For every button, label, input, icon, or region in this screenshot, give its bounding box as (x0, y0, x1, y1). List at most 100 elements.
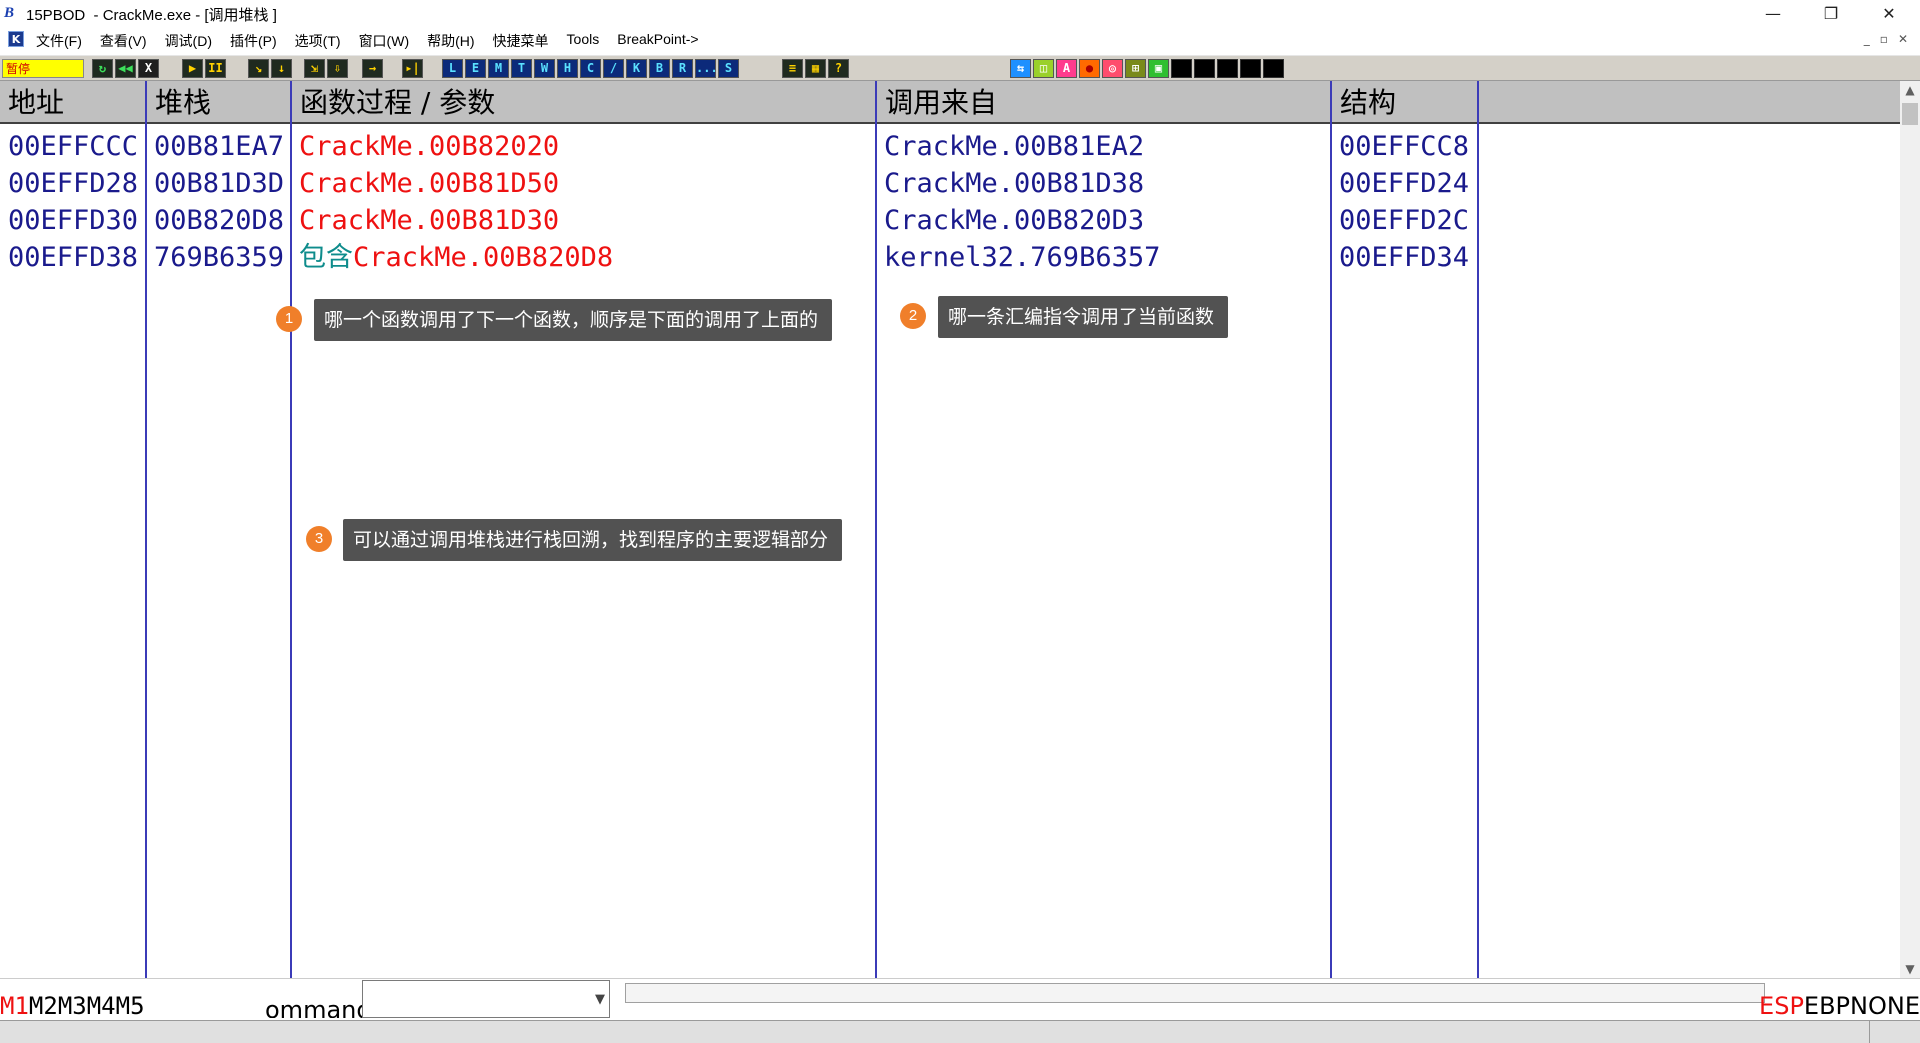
memory-tab-m4[interactable]: M4 (87, 992, 116, 1020)
memory-tab-m2[interactable]: M2 (29, 992, 58, 1020)
column-header-called-from[interactable]: 调用来自 (877, 81, 1332, 122)
execute-till-return-button[interactable]: → (362, 59, 383, 78)
memory-tab-m3[interactable]: M3 (58, 992, 87, 1020)
address-cell: 00EFFD28 (8, 168, 139, 199)
memory-window-button[interactable]: M (488, 59, 509, 78)
menu-debug[interactable]: 调试(D) (165, 31, 212, 51)
mdi-minimize-button[interactable]: _ (1864, 32, 1870, 46)
plugin-slot-icon[interactable] (1171, 59, 1192, 78)
run-button[interactable]: ▶ (182, 59, 203, 78)
plugin-slot-icon[interactable] (1194, 59, 1215, 78)
menu-tools[interactable]: Tools (567, 31, 600, 51)
called-from-cell: CrackMe.00B81D38 (884, 168, 1145, 199)
threads-window-button[interactable]: T (511, 59, 532, 78)
appearance-button[interactable]: ▦ (805, 59, 826, 78)
call-stack-window-button[interactable]: K (626, 59, 647, 78)
rewind-button[interactable]: ◀◀ (115, 59, 136, 78)
plugin-grid-icon[interactable]: ⊞ (1125, 59, 1146, 78)
memory-tab-m5[interactable]: M5 (116, 992, 145, 1020)
help-button[interactable]: ? (828, 59, 849, 78)
command-input[interactable]: ▼ (362, 980, 610, 1018)
windows-window-button[interactable]: W (534, 59, 555, 78)
plugin-panel-icon[interactable]: ◫ (1033, 59, 1054, 78)
menu-plugins[interactable]: 插件(P) (230, 31, 277, 51)
column-divider[interactable] (145, 81, 147, 978)
menu-shortcuts[interactable]: 快捷菜单 (493, 31, 549, 51)
column-divider[interactable] (875, 81, 877, 978)
register-none[interactable]: NONE (1850, 992, 1920, 1020)
mdi-close-button[interactable]: ✕ (1898, 32, 1908, 46)
step-over-button[interactable]: ↓ (271, 59, 292, 78)
step-into-button[interactable]: ↘ (248, 59, 269, 78)
goto-button[interactable]: ▸| (402, 59, 423, 78)
table-row[interactable]: 00EFFD38 769B6359 包含CrackMe.00B820D8 ker… (0, 239, 1900, 276)
call-stack-table: 00EFFCCC 00B81EA7 CrackMe.00B82020 Crack… (0, 124, 1900, 978)
annotation-marker-3: 3 (306, 526, 332, 552)
address-cell: 00EFFCCC (8, 131, 139, 162)
command-label: ommand (265, 996, 372, 1018)
menu-window[interactable]: 窗口(W) (359, 31, 410, 51)
log-window-button[interactable]: L (442, 59, 463, 78)
breakpoints-window-button[interactable]: B (649, 59, 670, 78)
column-header-frame[interactable]: 结构 (1332, 81, 1479, 122)
plugin-record-icon[interactable]: ● (1079, 59, 1100, 78)
patches-window-button[interactable]: / (603, 59, 624, 78)
memory-tabs: M1M2M3M4M5 (0, 992, 145, 1020)
source-window-button[interactable]: S (718, 59, 739, 78)
debug-options-button[interactable]: ≡ (782, 59, 803, 78)
annotation-callout-3: 可以通过调用堆栈进行栈回溯，找到程序的主要逻辑部分 (343, 519, 843, 561)
pause-button[interactable]: II (205, 59, 226, 78)
plugin-screen-icon[interactable]: ▣ (1148, 59, 1169, 78)
plugin-a-icon[interactable]: A (1056, 59, 1077, 78)
chevron-down-icon[interactable]: ▼ (595, 992, 605, 1007)
plugin-slot-icon[interactable] (1263, 59, 1284, 78)
scroll-up-icon[interactable]: ▲ (1900, 83, 1920, 97)
references-window-button[interactable]: R (672, 59, 693, 78)
table-row[interactable]: 00EFFD28 00B81D3D CrackMe.00B81D50 Crack… (0, 165, 1900, 202)
k-icon[interactable]: K (8, 31, 24, 47)
procedure-name: CrackMe.00B82020 (299, 131, 560, 162)
mdi-restore-button[interactable]: ▫ (1880, 32, 1888, 46)
called-from-cell: CrackMe.00B820D3 (884, 205, 1145, 236)
menu-options[interactable]: 选项(T) (295, 31, 341, 51)
procedure-cell: CrackMe.00B82020 (291, 128, 559, 165)
minimize-button[interactable]: — (1744, 0, 1802, 28)
menu-view[interactable]: 查看(V) (100, 31, 147, 51)
column-divider[interactable] (1477, 81, 1479, 978)
menu-breakpoint[interactable]: BreakPoint-> (617, 31, 698, 51)
procedure-name: CrackMe.00B820D8 (353, 242, 614, 273)
scroll-thumb[interactable] (1902, 103, 1918, 125)
close-button[interactable]: ✕ (1860, 0, 1918, 28)
trace-into-button[interactable]: ⇲ (304, 59, 325, 78)
close-program-button[interactable]: X (138, 59, 159, 78)
table-row[interactable]: 00EFFCCC 00B81EA7 CrackMe.00B82020 Crack… (0, 128, 1900, 165)
plugin-slot-icon[interactable] (1240, 59, 1261, 78)
column-header-stack[interactable]: 堆栈 (147, 81, 292, 122)
restart-button[interactable]: ↻ (92, 59, 113, 78)
register-esp[interactable]: ESP (1759, 992, 1804, 1020)
modules-window-button[interactable]: E (465, 59, 486, 78)
toolbar-group-trace: ⇲ ⇩ (304, 59, 348, 78)
register-ebp[interactable]: EBP (1804, 992, 1850, 1020)
procedure-cell: 包含CrackMe.00B820D8 (291, 239, 613, 276)
plugin-slot-icon[interactable] (1217, 59, 1238, 78)
plugin-target-icon[interactable]: ◎ (1102, 59, 1123, 78)
table-row[interactable]: 00EFFD30 00B820D8 CrackMe.00B81D30 Crack… (0, 202, 1900, 239)
column-header-address[interactable]: 地址 (0, 81, 147, 122)
column-header-procedure[interactable]: 函数过程 / 参数 (292, 81, 877, 122)
plugin-refresh-icon[interactable]: ⇆ (1010, 59, 1031, 78)
scroll-down-icon[interactable]: ▼ (1900, 962, 1920, 976)
cpu-window-button[interactable]: C (580, 59, 601, 78)
vertical-scrollbar[interactable]: ▲ ▼ (1900, 81, 1920, 978)
menu-help[interactable]: 帮助(H) (427, 31, 474, 51)
trace-over-button[interactable]: ⇩ (327, 59, 348, 78)
run-trace-window-button[interactable]: ... (695, 59, 718, 78)
menu-file[interactable]: 文件(F) (36, 31, 82, 51)
menu-items: 文件(F) 查看(V) 调试(D) 插件(P) 选项(T) 窗口(W) 帮助(H… (36, 31, 717, 51)
handles-window-button[interactable]: H (557, 59, 578, 78)
memory-tab-m1[interactable]: M1 (0, 992, 29, 1020)
annotation-callout-1: 哪一个函数调用了下一个函数，顺序是下面的调用了上面的 (314, 299, 833, 341)
restore-button[interactable]: ❐ (1802, 0, 1860, 28)
column-divider[interactable] (1330, 81, 1332, 978)
column-divider[interactable] (290, 81, 292, 978)
